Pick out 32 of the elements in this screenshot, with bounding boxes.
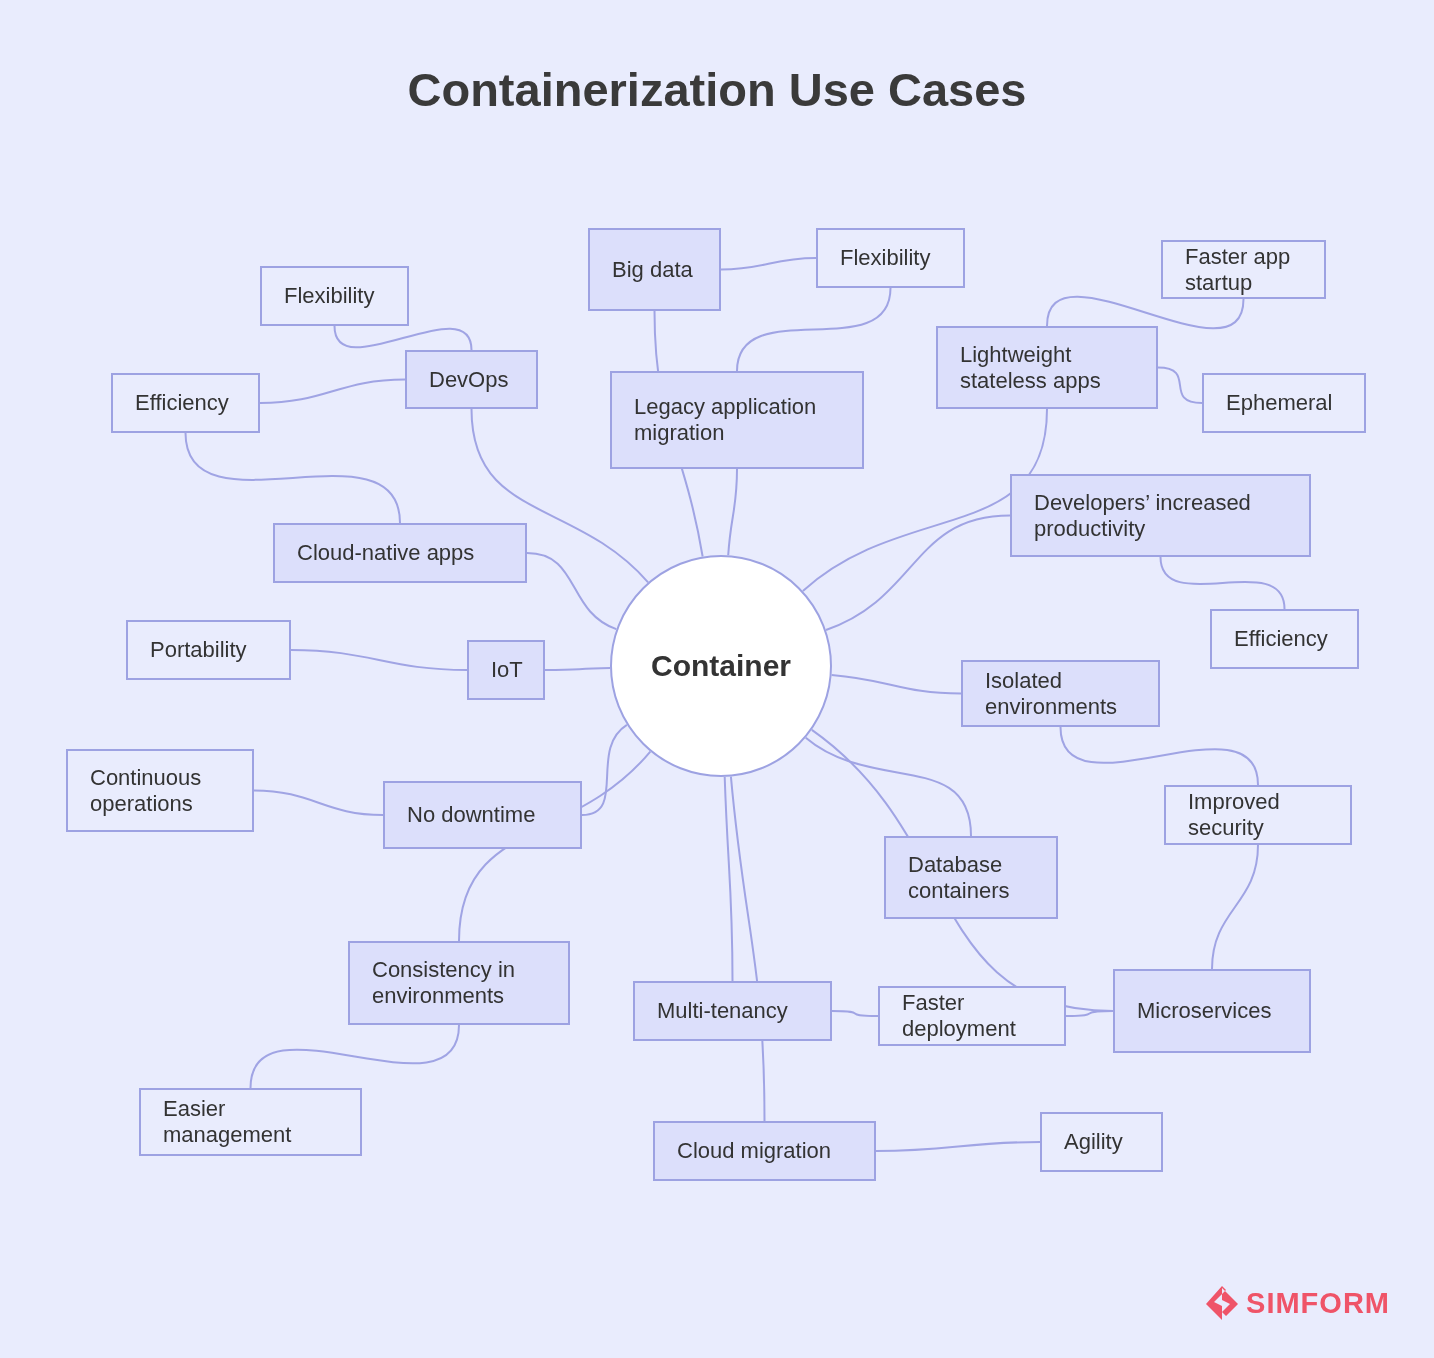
benefit-node: Faster deployment — [878, 986, 1066, 1046]
use-case-node: Big data — [588, 228, 721, 311]
benefit-node: Improved security — [1164, 785, 1352, 845]
benefit-node: Faster app startup — [1161, 240, 1326, 299]
benefit-node: Ephemeral — [1202, 373, 1366, 433]
use-case-node: Isolated environments — [961, 660, 1160, 727]
use-case-node: Multi-tenancy — [633, 981, 832, 1041]
benefit-node: Easier management — [139, 1088, 362, 1156]
benefit-node: Flexibility — [816, 228, 965, 288]
use-case-node: Cloud migration — [653, 1121, 876, 1181]
use-case-node: IoT — [467, 640, 545, 700]
diagram-title: Containerization Use Cases — [407, 62, 1027, 117]
connector-line — [544, 667, 611, 671]
use-case-node: Microservices — [1113, 969, 1311, 1053]
logo-icon — [1204, 1284, 1241, 1322]
use-case-node: Database containers — [884, 836, 1058, 919]
use-case-node: Cloud-native apps — [273, 523, 527, 583]
benefit-node: Efficiency — [111, 373, 260, 433]
benefit-node: Agility — [1040, 1112, 1163, 1172]
central-node: Container — [610, 555, 832, 777]
benefit-node: Continuous operations — [66, 749, 254, 832]
connector-line — [1157, 366, 1203, 404]
benefit-node: Flexibility — [260, 266, 409, 326]
use-case-node: Developers’ increased productivity — [1010, 474, 1311, 557]
use-case-node: No downtime — [383, 781, 582, 849]
benefit-node: Efficiency — [1210, 609, 1359, 669]
use-case-node: Consistency in environments — [348, 941, 570, 1025]
brand-name: SIMFORM — [1246, 1286, 1390, 1320]
use-case-node: Lightweight stateless apps — [936, 326, 1158, 409]
use-case-node: Legacy application migration — [610, 371, 864, 469]
use-case-node: DevOps — [405, 350, 538, 409]
benefit-node: Portability — [126, 620, 291, 680]
